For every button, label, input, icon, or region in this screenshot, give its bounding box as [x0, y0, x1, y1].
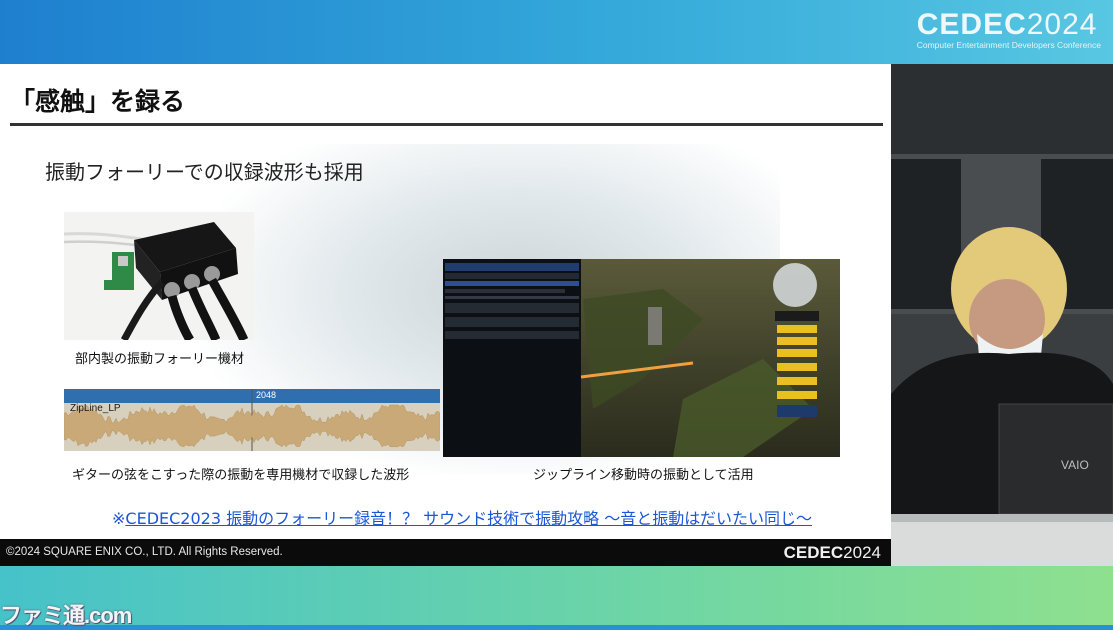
copyright-text: ©2024 SQUARE ENIX CO., LTD. All Rights R… [6, 546, 283, 558]
reference-link[interactable]: ※CEDEC2023 振動のフォーリー録音！？ サウンド技術で振動攻略 ～音と振… [112, 505, 812, 529]
footer-logo-text: CEDEC [783, 543, 844, 562]
title-divider [10, 123, 883, 126]
waveform-track-label: ZipLine_LP [70, 403, 121, 414]
cedec-logo-year: 2024 [1026, 8, 1098, 41]
reference-link-text[interactable]: CEDEC2023 振動のフォーリー録音！？ サウンド技術で振動攻略 ～音と振動… [125, 509, 812, 528]
cedec-logo: CEDEC2024 Computer Entertainment Develop… [917, 8, 1101, 50]
foley-device-photo [64, 212, 254, 340]
waveform-display: ZipLine_LP 2048 [64, 389, 440, 451]
gameplay-screenshot [443, 259, 840, 457]
footer-logo-year: 2024 [843, 543, 881, 562]
slide-subtitle: 振動フォーリーでの収録波形も採用 [45, 160, 364, 184]
presentation-slide: 「感触」を録る 振動フォーリーでの収録波形も採用 部内製の振動フォーリー機材 Z… [0, 64, 891, 566]
gameplay-caption: ジップライン移動時の振動として活用 [533, 468, 754, 483]
waveform-caption: ギターの弦をこすった際の振動を専用機材で収録した波形 [72, 468, 410, 483]
reference-prefix: ※ [112, 509, 126, 528]
slide-footer: ©2024 SQUARE ENIX CO., LTD. All Rights R… [0, 539, 891, 566]
footer-cedec-logo: CEDEC2024 [784, 543, 881, 563]
laptop-brand-label: VAIO [1061, 458, 1089, 472]
cedec-logo-subtitle: Computer Entertainment Developers Confer… [916, 40, 1101, 50]
presenter-camera-feed: VAIO [891, 64, 1113, 566]
device-caption: 部内製の振動フォーリー機材 [75, 352, 245, 367]
cedec-logo-text: CEDEC [916, 8, 1027, 41]
bottom-banner [0, 566, 1113, 625]
waveform-marker-label: 2048 [256, 390, 277, 400]
famitsu-watermark: ファミ通.com [0, 603, 132, 628]
slide-title: 「感触」を録る [10, 87, 186, 116]
